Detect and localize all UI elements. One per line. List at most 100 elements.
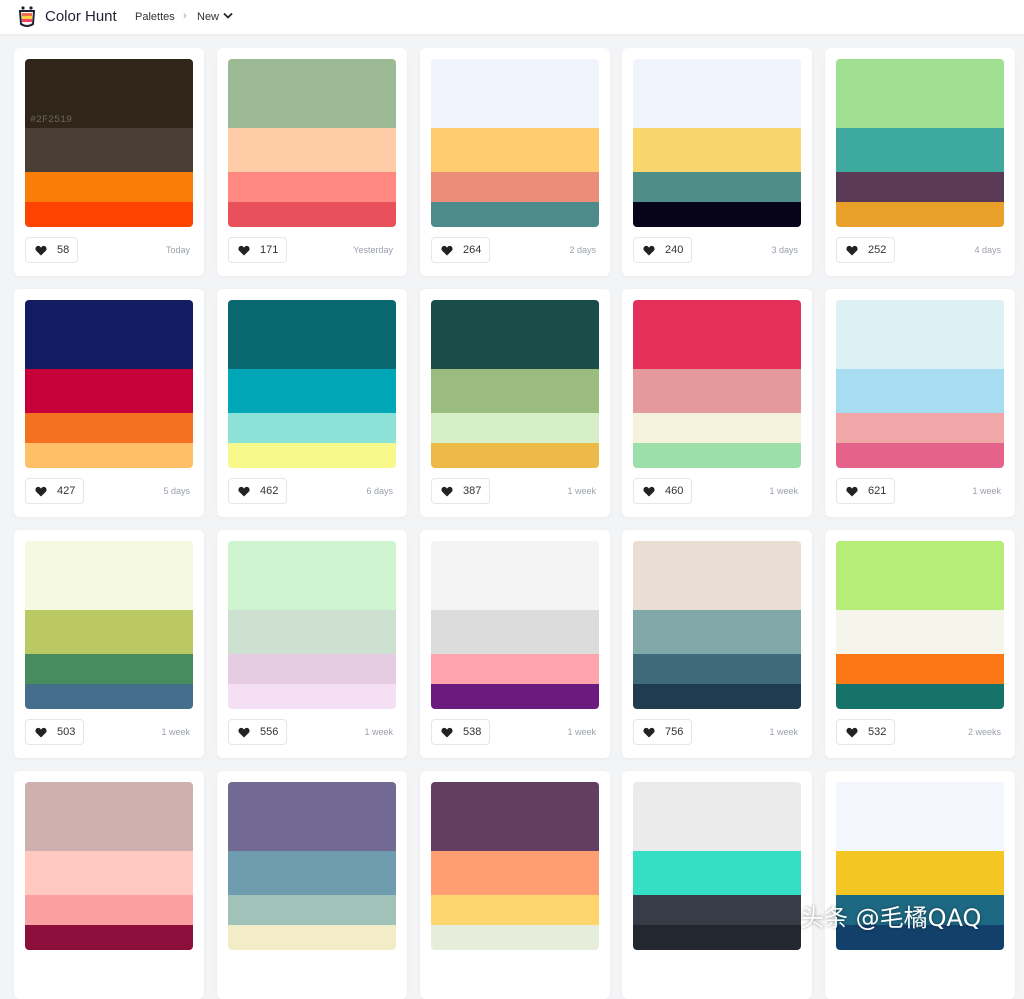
- palette-swatch[interactable]: [633, 300, 801, 468]
- color-strip[interactable]: [633, 59, 801, 128]
- color-strip[interactable]: [633, 684, 801, 709]
- palette-swatch[interactable]: [836, 541, 1004, 709]
- color-strip[interactable]: [228, 541, 396, 610]
- like-button[interactable]: 240: [633, 237, 693, 263]
- color-strip[interactable]: [431, 172, 599, 202]
- palette-card[interactable]: 460 1 week: [622, 289, 812, 517]
- color-strip[interactable]: [836, 172, 1004, 202]
- color-strip[interactable]: [228, 895, 396, 925]
- like-button[interactable]: 462: [228, 478, 288, 504]
- color-strip[interactable]: [633, 851, 801, 895]
- color-strip[interactable]: [431, 59, 599, 128]
- color-strip[interactable]: [633, 782, 801, 851]
- palette-card[interactable]: 427 5 days: [14, 289, 204, 517]
- color-strip[interactable]: [836, 369, 1004, 413]
- color-strip[interactable]: [431, 369, 599, 413]
- like-button[interactable]: 427: [25, 478, 85, 504]
- color-hunt-logo-icon[interactable]: [16, 5, 38, 29]
- color-strip[interactable]: [228, 782, 396, 851]
- like-button[interactable]: 460: [633, 478, 693, 504]
- palette-card[interactable]: 264 2 days: [420, 48, 610, 276]
- like-button[interactable]: 171: [228, 237, 288, 263]
- color-strip[interactable]: [228, 300, 396, 369]
- color-strip[interactable]: [633, 300, 801, 369]
- palette-swatch[interactable]: [25, 541, 193, 709]
- like-button[interactable]: 58: [25, 237, 79, 263]
- color-strip[interactable]: [25, 851, 193, 895]
- color-strip[interactable]: [836, 541, 1004, 610]
- color-strip[interactable]: [228, 202, 396, 227]
- like-button[interactable]: 756: [633, 719, 693, 745]
- color-strip[interactable]: [633, 443, 801, 468]
- palette-swatch[interactable]: [228, 59, 396, 227]
- color-strip[interactable]: [25, 782, 193, 851]
- color-strip[interactable]: [228, 59, 396, 128]
- color-strip[interactable]: [633, 654, 801, 684]
- color-strip[interactable]: [25, 128, 193, 172]
- color-strip[interactable]: [25, 300, 193, 369]
- color-strip[interactable]: [25, 202, 193, 227]
- palette-swatch[interactable]: [633, 59, 801, 227]
- palette-card[interactable]: 756 1 week: [622, 530, 812, 758]
- palette-card[interactable]: 621 1 week: [825, 289, 1015, 517]
- color-strip[interactable]: [25, 925, 193, 950]
- like-button[interactable]: 264: [431, 237, 491, 263]
- color-strip[interactable]: [431, 202, 599, 227]
- color-strip[interactable]: [836, 413, 1004, 443]
- color-strip[interactable]: [228, 851, 396, 895]
- color-strip[interactable]: [431, 895, 599, 925]
- color-strip[interactable]: [25, 413, 193, 443]
- breadcrumb-palettes[interactable]: Palettes: [135, 11, 175, 23]
- color-strip[interactable]: [431, 541, 599, 610]
- color-strip[interactable]: [228, 413, 396, 443]
- palette-swatch[interactable]: [431, 59, 599, 227]
- color-strip[interactable]: [228, 172, 396, 202]
- color-strip[interactable]: [431, 782, 599, 851]
- palette-card[interactable]: 503 1 week: [14, 530, 204, 758]
- color-strip[interactable]: [25, 654, 193, 684]
- palette-card[interactable]: 462 6 days: [217, 289, 407, 517]
- palette-swatch[interactable]: [228, 541, 396, 709]
- color-strip[interactable]: [228, 684, 396, 709]
- color-strip[interactable]: [228, 443, 396, 468]
- chevron-down-icon[interactable]: [223, 12, 233, 20]
- palette-swatch[interactable]: [633, 541, 801, 709]
- color-strip[interactable]: [25, 443, 193, 468]
- color-strip[interactable]: [431, 851, 599, 895]
- color-strip[interactable]: [633, 369, 801, 413]
- color-strip[interactable]: [25, 369, 193, 413]
- color-strip[interactable]: [633, 172, 801, 202]
- color-strip[interactable]: [25, 172, 193, 202]
- palette-card[interactable]: [14, 771, 204, 999]
- like-button[interactable]: 532: [836, 719, 896, 745]
- palette-card[interactable]: 240 3 days: [622, 48, 812, 276]
- color-strip[interactable]: [431, 300, 599, 369]
- palette-swatch[interactable]: [836, 300, 1004, 468]
- color-strip[interactable]: [836, 443, 1004, 468]
- color-strip[interactable]: [633, 202, 801, 227]
- palette-card[interactable]: [825, 771, 1015, 999]
- color-strip[interactable]: #2F2519: [25, 59, 193, 128]
- color-strip[interactable]: [431, 443, 599, 468]
- palette-swatch[interactable]: [633, 782, 801, 950]
- palette-card[interactable]: 252 4 days: [825, 48, 1015, 276]
- palette-card[interactable]: 171 Yesterday: [217, 48, 407, 276]
- color-strip[interactable]: [633, 925, 801, 950]
- like-button[interactable]: 621: [836, 478, 896, 504]
- like-button[interactable]: 503: [25, 719, 85, 745]
- palette-card[interactable]: 532 2 weeks: [825, 530, 1015, 758]
- color-strip[interactable]: [836, 202, 1004, 227]
- palette-swatch[interactable]: [836, 59, 1004, 227]
- color-strip[interactable]: [228, 369, 396, 413]
- breadcrumb-new[interactable]: New: [197, 11, 219, 23]
- color-strip[interactable]: [836, 782, 1004, 851]
- palette-swatch[interactable]: [431, 782, 599, 950]
- palette-card[interactable]: [622, 771, 812, 999]
- palette-swatch[interactable]: [431, 541, 599, 709]
- color-strip[interactable]: [836, 59, 1004, 128]
- color-strip[interactable]: [228, 654, 396, 684]
- like-button[interactable]: 556: [228, 719, 288, 745]
- color-strip[interactable]: [431, 413, 599, 443]
- palette-card[interactable]: #2F2519 58 Today: [14, 48, 204, 276]
- color-strip[interactable]: [836, 300, 1004, 369]
